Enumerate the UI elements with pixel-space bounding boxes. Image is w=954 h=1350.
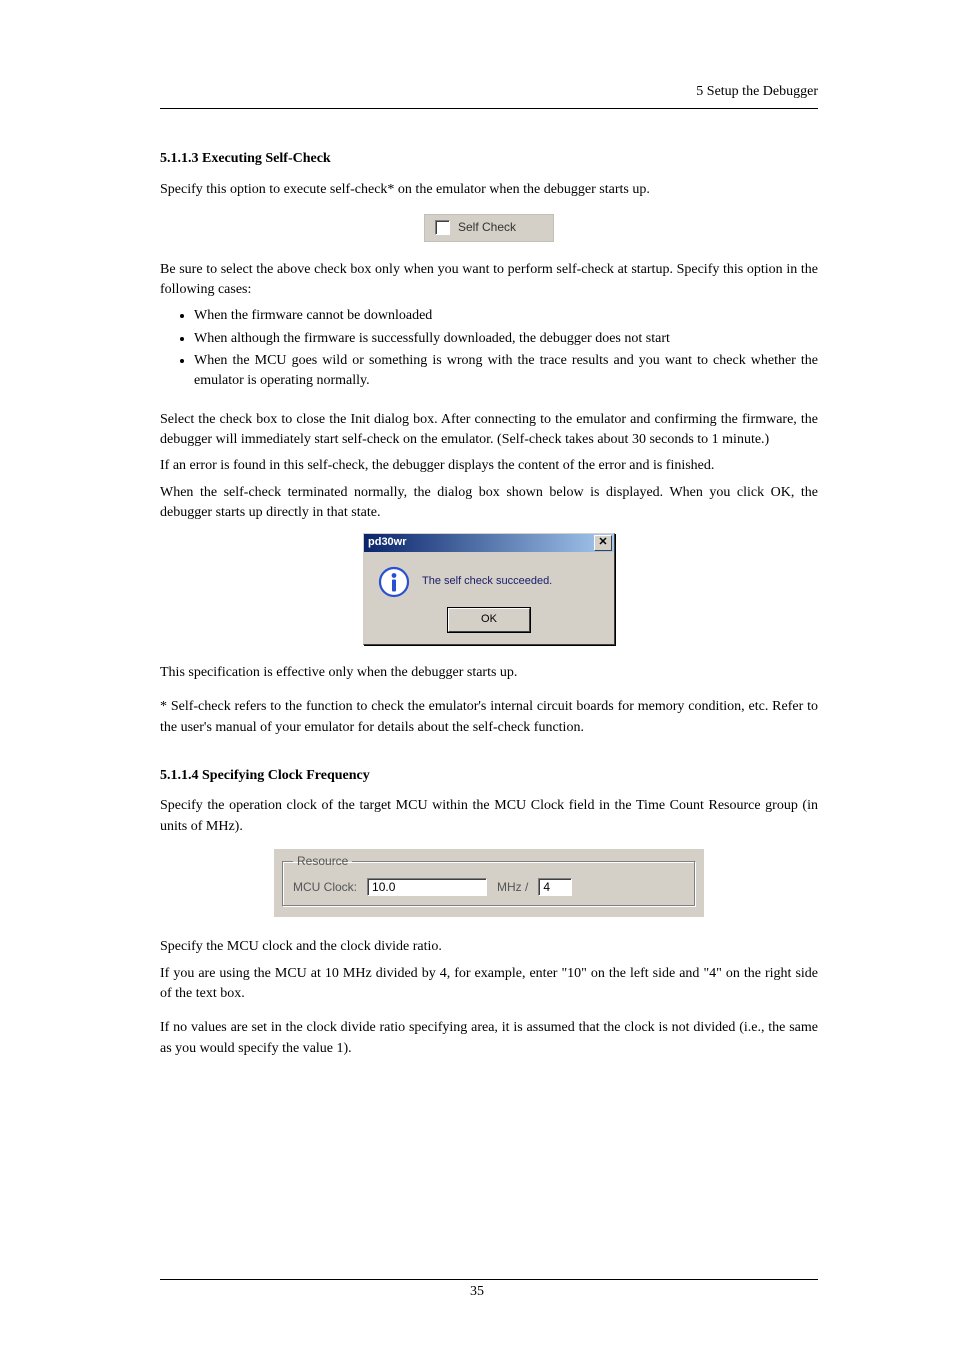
selfcheck-result-dialog: pd30wr ✕ The self check succeeded. OK (363, 533, 615, 645)
resource-groupbox: Resource MCU Clock: 10.0 MHz / 4 (274, 849, 704, 917)
selfcheck-p5: This specification is effective only whe… (160, 663, 818, 683)
dialog-message: The self check succeeded. (422, 574, 552, 590)
dialog-title: pd30wr (368, 535, 407, 551)
clock-p2: If you are using the MCU at 10 MHz divid… (160, 964, 818, 1005)
footer-rule (160, 1279, 818, 1280)
list-item: When the firmware cannot be downloaded (194, 306, 818, 326)
selfcheck-p4: When the self-check terminated normally,… (160, 483, 818, 524)
clock-divide-input[interactable]: 4 (538, 878, 572, 896)
close-icon: ✕ (598, 535, 607, 551)
intro-selfcheck: Specify this option to execute self-chec… (160, 180, 818, 200)
section-heading-selfcheck: 5.1.1.3 Executing Self-Check (160, 149, 818, 169)
running-head: 5 Setup the Debugger (160, 82, 818, 102)
selfcheck-cases: When the firmware cannot be downloaded W… (160, 306, 818, 391)
selfcheck-checkbox[interactable]: Self Check (424, 214, 554, 242)
selfcheck-p2: Select the check box to close the Init d… (160, 410, 818, 451)
selfcheck-p3: If an error is found in this self-check,… (160, 456, 818, 476)
header-rule (160, 108, 818, 109)
ok-button[interactable]: OK (448, 608, 530, 632)
section-heading-clock: 5.1.1.4 Specifying Clock Frequency (160, 766, 818, 786)
page-number: 35 (0, 1282, 954, 1302)
clock-p3: If no values are set in the clock divide… (160, 1018, 818, 1059)
info-icon (378, 566, 410, 598)
mhz-divider-label: MHz / (497, 879, 528, 896)
selfcheck-note: Be sure to select the above check box on… (160, 260, 818, 301)
checkbox-icon (435, 220, 450, 235)
selfcheck-footnote: * Self-check refers to the function to c… (160, 697, 818, 738)
list-item: When the MCU goes wild or something is w… (194, 351, 818, 392)
close-button[interactable]: ✕ (594, 535, 612, 551)
mcu-clock-label: MCU Clock: (293, 879, 357, 896)
resource-legend: Resource (293, 853, 352, 870)
clock-p1: Specify the MCU clock and the clock divi… (160, 937, 818, 957)
mcu-clock-input[interactable]: 10.0 (367, 878, 487, 896)
selfcheck-label: Self Check (458, 219, 516, 236)
clock-intro: Specify the operation clock of the targe… (160, 796, 818, 837)
list-item: When although the firmware is successful… (194, 329, 818, 349)
